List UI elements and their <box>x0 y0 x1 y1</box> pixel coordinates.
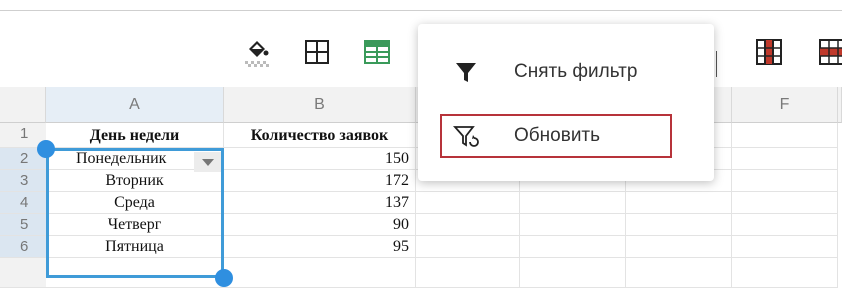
cell-f2[interactable] <box>732 148 838 170</box>
cell-c6[interactable] <box>416 236 520 258</box>
cell-a7[interactable] <box>46 258 224 288</box>
column-header-g[interactable] <box>838 87 842 123</box>
cell-b6[interactable]: 95 <box>224 236 416 258</box>
cell-e5[interactable] <box>626 214 732 236</box>
column-header-a[interactable]: A <box>46 87 224 123</box>
cell-b5[interactable]: 90 <box>224 214 416 236</box>
column-header-b[interactable]: B <box>224 87 416 123</box>
cell-c4[interactable] <box>416 192 520 214</box>
filter-icon <box>456 63 476 82</box>
cell-f5[interactable] <box>732 214 838 236</box>
selection-handle-bottom-right[interactable] <box>215 269 233 287</box>
chevron-down-icon <box>202 158 214 166</box>
cell-d5[interactable] <box>520 214 626 236</box>
table-style-icon[interactable] <box>360 35 394 69</box>
cell-b7[interactable] <box>224 258 416 288</box>
cell-a3[interactable]: Вторник <box>46 170 224 192</box>
cell-b2[interactable]: 150 <box>224 148 416 170</box>
select-all-corner[interactable] <box>0 87 46 123</box>
cell-a6[interactable]: Пятница <box>46 236 224 258</box>
freeze-columns-icon[interactable] <box>752 35 786 69</box>
cell-a4[interactable]: Среда <box>46 192 224 214</box>
cell-b3[interactable]: 172 <box>224 170 416 192</box>
toolbar-separator <box>716 51 717 77</box>
column-header-f[interactable]: F <box>732 87 838 123</box>
row-header-4[interactable]: 4 <box>0 192 46 214</box>
filter-refresh-icon <box>452 126 479 147</box>
cell-e6[interactable] <box>626 236 732 258</box>
cell-f1[interactable] <box>732 123 838 148</box>
cell-c7[interactable] <box>416 258 520 288</box>
row-header-6[interactable]: 6 <box>0 236 46 258</box>
cell-d6[interactable] <box>520 236 626 258</box>
row-header-7[interactable] <box>0 258 46 288</box>
menu-item-label: Снять фильтр <box>514 61 638 82</box>
cell-f6[interactable] <box>732 236 838 258</box>
menu-item-remove-filter[interactable]: Снять фильтр <box>418 44 714 100</box>
cell-a5[interactable]: Четверг <box>46 214 224 236</box>
cell-d4[interactable] <box>520 192 626 214</box>
filter-context-menu: Снять фильтр Обновить <box>418 24 714 181</box>
cell-f7[interactable] <box>732 258 838 288</box>
menu-item-label: Обновить <box>514 125 601 146</box>
column-icon[interactable] <box>815 35 842 69</box>
cell-e7[interactable] <box>626 258 732 288</box>
spreadsheet-app: A B F 1 2 3 4 5 6 День недели Количество… <box>0 0 842 288</box>
cell-b1[interactable]: Количество заявок <box>224 123 416 148</box>
cell-c5[interactable] <box>416 214 520 236</box>
cell-d7[interactable] <box>520 258 626 288</box>
borders-icon[interactable] <box>300 35 334 69</box>
cell-a1[interactable]: День недели <box>46 123 224 148</box>
row-header-3[interactable]: 3 <box>0 170 46 192</box>
cell-f4[interactable] <box>732 192 838 214</box>
fill-color-icon[interactable] <box>240 35 274 69</box>
cell-b4[interactable]: 137 <box>224 192 416 214</box>
cell-e4[interactable] <box>626 192 732 214</box>
cell-f3[interactable] <box>732 170 838 192</box>
row-header-5[interactable]: 5 <box>0 214 46 236</box>
autofilter-dropdown-button[interactable] <box>194 152 222 172</box>
selection-handle-top-left[interactable] <box>37 140 55 158</box>
menu-item-refresh-filter[interactable]: Обновить <box>418 108 714 164</box>
